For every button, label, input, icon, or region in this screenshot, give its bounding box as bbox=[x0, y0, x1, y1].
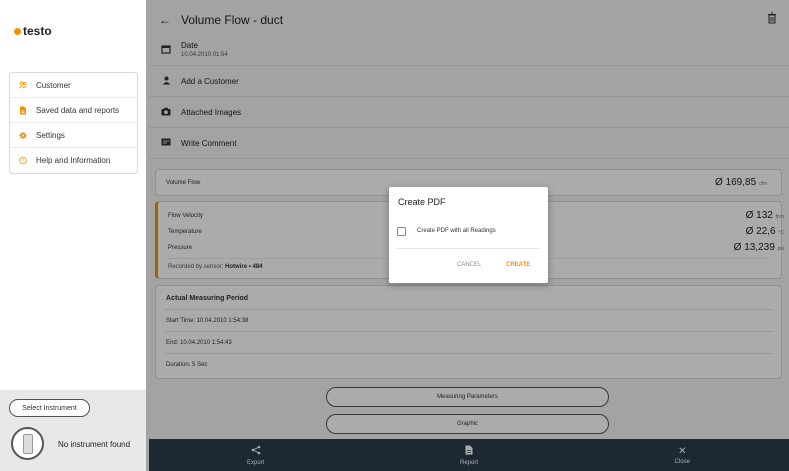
create-pdf-dialog: Create PDF Create PDF with all Readings … bbox=[389, 187, 548, 283]
logo-text: testo bbox=[23, 24, 52, 38]
logo-dot-icon bbox=[14, 27, 21, 35]
testo-logo: testo bbox=[14, 24, 52, 38]
sidebar-item-label: Saved data and reports bbox=[36, 105, 120, 115]
svg-text:?: ? bbox=[22, 158, 25, 164]
document-icon bbox=[19, 106, 27, 114]
no-instrument-label: No instrument found bbox=[58, 440, 131, 449]
help-icon: ? bbox=[19, 156, 27, 165]
instrument-device-icon bbox=[22, 433, 33, 454]
select-instrument-button[interactable]: Select Instrument bbox=[9, 399, 90, 417]
sidebar-item-label: Customer bbox=[36, 80, 71, 90]
instrument-panel: Select Instrument No instrument found bbox=[0, 390, 146, 471]
create-button[interactable]: CREATE bbox=[506, 262, 530, 268]
dialog-title: Create PDF bbox=[398, 197, 446, 207]
sidebar-item-customer[interactable]: Customer bbox=[10, 73, 137, 98]
sidebar-item-label: Help and Information bbox=[36, 156, 111, 165]
divider bbox=[397, 248, 540, 249]
all-readings-label: Create PDF with all Readings bbox=[417, 228, 496, 234]
sidebar: testo Customer Saved data and reports Se… bbox=[0, 0, 146, 471]
sidebar-item-settings[interactable]: Settings bbox=[10, 123, 137, 148]
sidebar-item-label: Settings bbox=[36, 130, 65, 140]
cancel-button[interactable]: CANCEL bbox=[457, 262, 481, 268]
sidebar-item-help[interactable]: ? Help and Information bbox=[10, 148, 137, 173]
all-readings-checkbox[interactable] bbox=[397, 227, 406, 236]
customer-icon bbox=[19, 81, 27, 89]
instrument-image bbox=[11, 427, 44, 460]
gear-icon bbox=[19, 131, 27, 139]
sidebar-menu: Customer Saved data and reports Settings… bbox=[9, 72, 138, 174]
sidebar-item-saved-data[interactable]: Saved data and reports bbox=[10, 98, 137, 123]
